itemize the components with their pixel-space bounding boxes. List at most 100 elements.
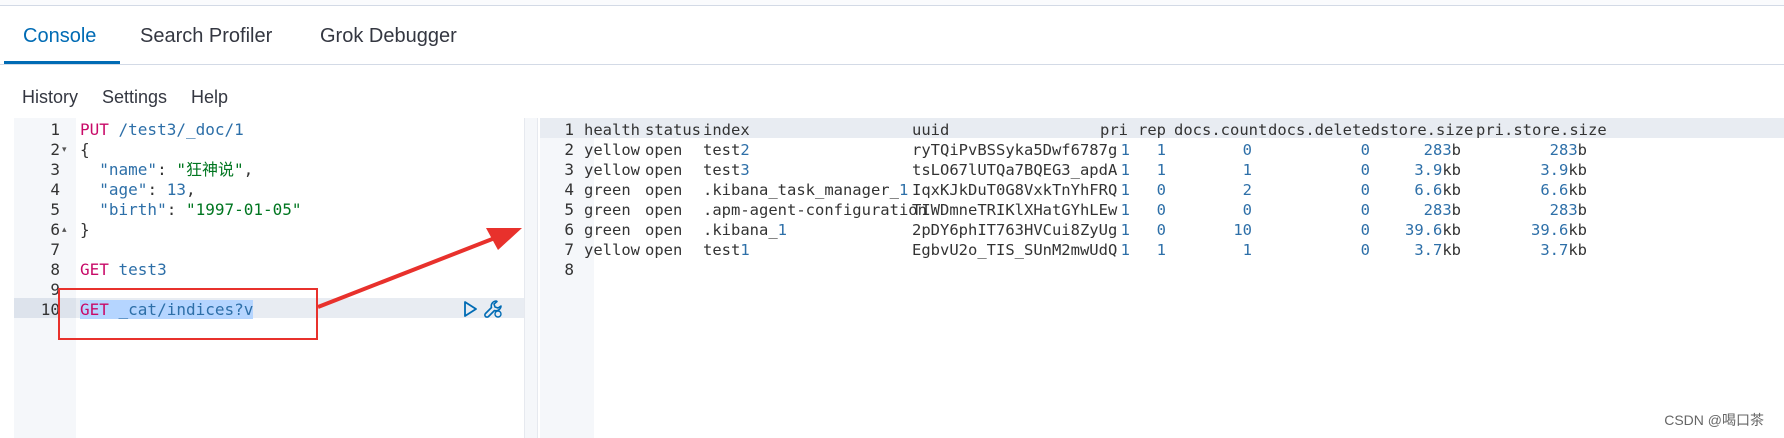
editor-line-number: 10 xyxy=(40,300,60,319)
table-cell: 39.6kb xyxy=(1531,221,1587,239)
tab-grok-debugger[interactable]: Grok Debugger xyxy=(320,20,457,52)
table-cell: 0 xyxy=(1156,181,1166,199)
table-cell: green xyxy=(584,201,631,219)
editor-code-line[interactable]: "birth": "1997-01-05" xyxy=(80,200,302,220)
table-cell: 1 xyxy=(1120,241,1130,259)
code-token: 13 xyxy=(166,180,186,199)
wrench-icon[interactable] xyxy=(483,299,503,319)
code-token: , xyxy=(185,180,196,199)
table-cell: .apm-agent-configuration xyxy=(703,201,927,219)
table-cell: 283b xyxy=(1423,201,1461,219)
annotation-box xyxy=(58,288,318,340)
editor-code-line[interactable]: GET test3 xyxy=(80,260,167,280)
code-token: /test3/_doc/1 xyxy=(118,120,244,139)
code-token: } xyxy=(80,220,90,239)
response-line-number: 5 xyxy=(564,200,574,219)
editor-line-number: 9 xyxy=(50,280,60,299)
table-cell: green xyxy=(584,181,631,199)
table-cell: docs.deleted xyxy=(1268,121,1380,139)
response-pane: 1 2 3 4 5 6 7 8 health status index uuid pri rep docs.… xyxy=(540,118,1784,438)
table-cell: uuid xyxy=(912,121,950,139)
editor-code-line[interactable]: PUT /test3/_doc/1 xyxy=(80,120,244,140)
table-cell: yellow xyxy=(584,161,640,179)
table-cell: status xyxy=(645,121,701,139)
console-toolbar: History Settings Help xyxy=(0,64,1784,118)
tab-search-profiler[interactable]: Search Profiler xyxy=(140,20,272,52)
table-cell: 0 xyxy=(1156,221,1166,239)
table-cell: 1 xyxy=(1156,161,1166,179)
request-editor[interactable]: 1 PUT /test3/_doc/1 2 ▾ {3 "name": "狂神说", 4 "… xyxy=(14,118,524,438)
table-cell: store.size xyxy=(1380,121,1474,139)
code-token: : xyxy=(166,200,186,219)
table-cell: 0 xyxy=(1156,201,1166,219)
editor-code-line[interactable]: "name": "狂神说", xyxy=(80,160,253,180)
table-cell: 1 xyxy=(1120,201,1130,219)
code-token: { xyxy=(80,140,90,159)
table-cell: 0 xyxy=(1360,221,1370,239)
editor-code-line[interactable]: { xyxy=(80,140,90,160)
table-cell: .kibana_task_manager_1 xyxy=(703,181,909,199)
table-cell: yellow xyxy=(584,141,640,159)
table-cell: 3.7kb xyxy=(1414,241,1461,259)
table-cell: ryTQiPvBSSyka5Dwf6787g xyxy=(912,141,1118,159)
table-cell: 1 xyxy=(1120,221,1130,239)
response-line-number: 2 xyxy=(564,140,574,159)
code-token: "name" xyxy=(99,160,158,179)
play-icon[interactable] xyxy=(463,301,477,317)
code-token: : xyxy=(157,160,177,179)
fold-toggle-icon[interactable]: ▾ xyxy=(62,144,67,155)
table-cell: pri xyxy=(1100,121,1128,139)
code-token: PUT xyxy=(80,120,119,139)
table-cell: 0 xyxy=(1242,201,1252,219)
table-cell: green xyxy=(584,221,631,239)
table-cell: TIWDmneTRIKlXHatGYhLEw xyxy=(912,201,1118,219)
editor-line-number: 3 xyxy=(50,160,60,179)
settings-button[interactable]: Settings xyxy=(102,84,167,110)
table-cell: open xyxy=(645,181,683,199)
code-token: test3 xyxy=(118,260,167,279)
table-cell: 1 xyxy=(1242,241,1252,259)
table-cell: 0 xyxy=(1360,241,1370,259)
table-cell: open xyxy=(645,221,683,239)
table-cell: docs.count xyxy=(1174,121,1268,139)
table-cell: rep xyxy=(1138,121,1166,139)
table-cell: 3.9kb xyxy=(1540,161,1587,179)
table-cell: 283b xyxy=(1549,141,1587,159)
table-cell: 6.6kb xyxy=(1414,181,1461,199)
code-token: "1997-01-05" xyxy=(185,200,302,219)
editor-line-number: 6 xyxy=(50,220,60,239)
tab-console[interactable]: Console xyxy=(23,20,96,52)
code-token: "狂神说" xyxy=(176,160,244,179)
editor-code-line[interactable]: "age": 13, xyxy=(80,180,196,200)
response-line-number: 6 xyxy=(564,220,574,239)
help-button[interactable]: Help xyxy=(191,84,228,110)
table-cell: 1 xyxy=(1156,241,1166,259)
table-cell: tsLO67lUTQa7BQEG3_apdA xyxy=(912,161,1118,179)
table-cell: open xyxy=(645,141,683,159)
editor-code-line[interactable]: } xyxy=(80,220,90,240)
pane-resizer[interactable] xyxy=(524,118,538,438)
response-line-number: 8 xyxy=(564,260,574,279)
table-cell: 0 xyxy=(1360,181,1370,199)
code-token: , xyxy=(243,160,254,179)
response-line-number: 7 xyxy=(564,240,574,259)
response-line-number: 4 xyxy=(564,180,574,199)
history-button[interactable]: History xyxy=(22,84,78,110)
fold-toggle-icon[interactable]: ▴ xyxy=(62,224,67,235)
response-line-number: 3 xyxy=(564,160,574,179)
table-cell: open xyxy=(645,161,683,179)
table-cell: 283b xyxy=(1423,141,1461,159)
table-cell: test1 xyxy=(703,241,750,259)
table-cell: 39.6kb xyxy=(1405,221,1461,239)
table-cell: 0 xyxy=(1360,141,1370,159)
editor-line-number: 4 xyxy=(50,180,60,199)
watermark: CSDN @喝口茶 xyxy=(1664,412,1764,428)
table-cell: 3.7kb xyxy=(1540,241,1587,259)
editor-line-number: 1 xyxy=(50,120,60,139)
table-cell: open xyxy=(645,241,683,259)
table-cell: 2pDY6phIT763HVCui8ZyUg xyxy=(912,221,1118,239)
table-cell: 3.9kb xyxy=(1414,161,1461,179)
table-cell: index xyxy=(703,121,750,139)
response-line-number: 1 xyxy=(564,120,574,139)
table-cell: yellow xyxy=(584,241,640,259)
